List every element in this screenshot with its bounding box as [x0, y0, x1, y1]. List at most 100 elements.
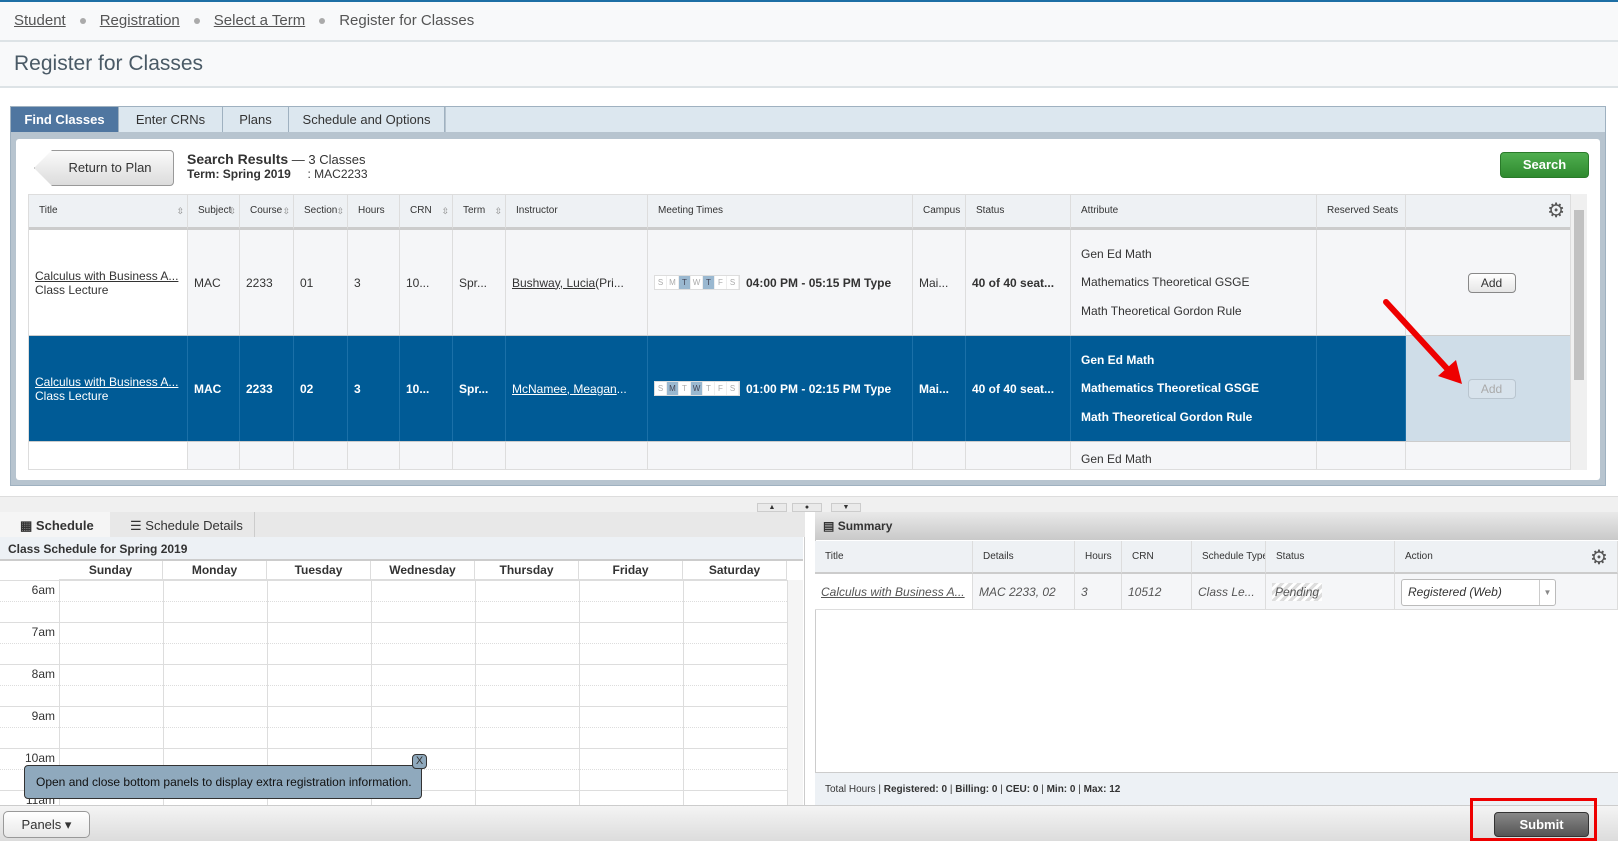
day-header-monday: Monday: [163, 561, 267, 580]
day-0: S: [655, 276, 667, 289]
summary-title-link[interactable]: Calculus with Business A...: [821, 585, 965, 599]
tab-schedule[interactable]: ▦ Schedule: [0, 512, 110, 537]
day-header-tuesday: Tuesday: [267, 561, 371, 580]
collapse-up-handle[interactable]: ▲: [757, 503, 787, 512]
gear-icon[interactable]: ⚙: [1547, 200, 1565, 222]
cell: Spr...: [453, 336, 506, 441]
tab-find-classes[interactable]: Find Classes: [11, 107, 119, 132]
summary-header-title: Title: [815, 541, 973, 574]
cell: [240, 442, 294, 469]
hour-label: 6am: [31, 583, 55, 597]
breadcrumb-select-term[interactable]: Select a Term: [214, 12, 305, 29]
cell-course: 2233: [246, 381, 273, 396]
cell-subject: MAC: [194, 381, 222, 396]
cell: [400, 442, 453, 469]
value: MAC 2233, 02: [979, 585, 1056, 599]
schedule-scrollbar[interactable]: [787, 580, 803, 805]
expand-down-handle[interactable]: ▼: [831, 503, 861, 512]
cell: MAC: [188, 230, 240, 335]
tooltip: Open and close bottom panels to display …: [24, 765, 422, 799]
cell: 40 of 40 seat...: [966, 230, 1071, 335]
day-6: S: [727, 276, 739, 289]
sort-icon[interactable]: ⇳: [282, 195, 290, 227]
breadcrumb-registration[interactable]: Registration: [100, 12, 180, 29]
add-button[interactable]: Add: [1467, 378, 1516, 399]
column-label: Instructor: [516, 205, 558, 216]
cell-status: 40 of 40 seat...: [972, 275, 1055, 290]
course-title-link[interactable]: Calculus with Business A...: [35, 375, 178, 389]
column-header-instructor[interactable]: Instructor: [506, 195, 648, 230]
tab-enter-crns[interactable]: Enter CRNs: [119, 107, 223, 132]
column-header-campus[interactable]: Campus: [913, 195, 966, 230]
day-0: S: [655, 382, 667, 395]
value: 10512: [1128, 585, 1162, 599]
summary-header-schedule_type: Schedule Type: [1192, 541, 1266, 574]
instructor-role: (Pri...: [595, 275, 624, 290]
panels-button[interactable]: Panels ▾: [3, 811, 90, 838]
column-label: Meeting Times: [658, 205, 724, 216]
day-5: F: [715, 276, 727, 289]
cell: [453, 442, 506, 469]
cell: Gen Ed Math Mathematics Theoretical GSGE M…: [1071, 230, 1317, 335]
sort-icon[interactable]: ⇳: [336, 195, 344, 227]
column-header-section[interactable]: Section ⇳: [294, 195, 348, 230]
hour-line: [0, 706, 787, 707]
sort-icon[interactable]: ⇳: [176, 195, 184, 227]
column-label: Section: [304, 205, 338, 216]
column-label: Status: [976, 205, 1005, 216]
add-button[interactable]: Add: [1467, 272, 1516, 293]
attribute: Gen Ed Math: [1081, 353, 1155, 368]
tab-schedule-options[interactable]: Schedule and Options: [289, 107, 445, 132]
cell: 02: [294, 336, 348, 441]
scrollbar-thumb[interactable]: [1574, 210, 1584, 380]
day-4: T: [703, 382, 715, 395]
hour-line: [0, 664, 787, 665]
column-header-title[interactable]: Title ⇳: [29, 195, 188, 230]
column-header-subject[interactable]: Subject ⇳: [188, 195, 240, 230]
tooltip-close-button[interactable]: X: [412, 754, 427, 769]
cell-section: 01: [300, 275, 314, 290]
cell: S M T W T F S 04:00 PM - 05:15 PM Type: [648, 230, 913, 335]
footer-bar: [0, 805, 1618, 841]
attribute: Math Theoretical Gordon Rule: [1081, 409, 1253, 424]
sort-icon[interactable]: ⇳: [494, 195, 502, 227]
sort-icon[interactable]: ⇳: [441, 195, 449, 227]
table-row[interactable]: Calculus with Business A... Class Lecture…: [29, 230, 1570, 336]
return-to-plan-button[interactable]: Return to Plan: [34, 150, 174, 186]
cell: [29, 442, 188, 469]
cell: 2233: [240, 336, 294, 441]
column-label: Hours: [358, 205, 385, 216]
value: 3: [1081, 585, 1088, 599]
meeting-time: 01:00 PM - 02:15 PM Type: [746, 381, 892, 396]
column-header-meeting-times[interactable]: Meeting Times: [648, 195, 913, 230]
column-header-reserved-seats[interactable]: Reserved Seats: [1317, 195, 1406, 230]
pending-badge: Pending: [1272, 583, 1323, 601]
tab-plans[interactable]: Plans: [223, 107, 289, 132]
column-header-hours[interactable]: Hours: [348, 195, 400, 230]
column-label: Title: [39, 205, 58, 216]
cell: 01: [294, 230, 348, 335]
attribute: Mathematics Theoretical GSGE: [1081, 275, 1250, 290]
action-select[interactable]: Registered (Web) ▼: [1401, 579, 1556, 606]
cell: [1406, 442, 1570, 469]
column-header-term[interactable]: Term ⇳: [453, 195, 506, 230]
sort-icon[interactable]: ⇳: [228, 195, 236, 227]
column-header-status[interactable]: Status: [966, 195, 1071, 230]
gear-icon[interactable]: ⚙: [1590, 545, 1608, 570]
hour-label: 8am: [31, 667, 55, 681]
table-row[interactable]: Gen Ed Math: [29, 442, 1570, 469]
table-row[interactable]: Calculus with Business A... Class Lecture…: [29, 336, 1570, 442]
column-header-attribute[interactable]: Attribute: [1071, 195, 1317, 230]
column-header-crn[interactable]: CRN ⇳: [400, 195, 453, 230]
search-button[interactable]: Search: [1500, 152, 1589, 178]
page-title: Register for Classes: [0, 42, 1618, 88]
attribute: Mathematics Theoretical GSGE: [1081, 381, 1260, 396]
column-header-course[interactable]: Course ⇳: [240, 195, 294, 230]
cell: 2233: [240, 230, 294, 335]
center-handle[interactable]: ●: [792, 503, 822, 512]
tab-schedule-details[interactable]: ☰ Schedule Details: [110, 512, 255, 537]
breadcrumb-student[interactable]: Student: [14, 12, 66, 29]
instructor-link[interactable]: McNamee, Meagan: [512, 382, 617, 396]
course-title-link[interactable]: Calculus with Business A...: [35, 269, 178, 283]
instructor-link[interactable]: Bushway, Lucia: [512, 276, 595, 290]
